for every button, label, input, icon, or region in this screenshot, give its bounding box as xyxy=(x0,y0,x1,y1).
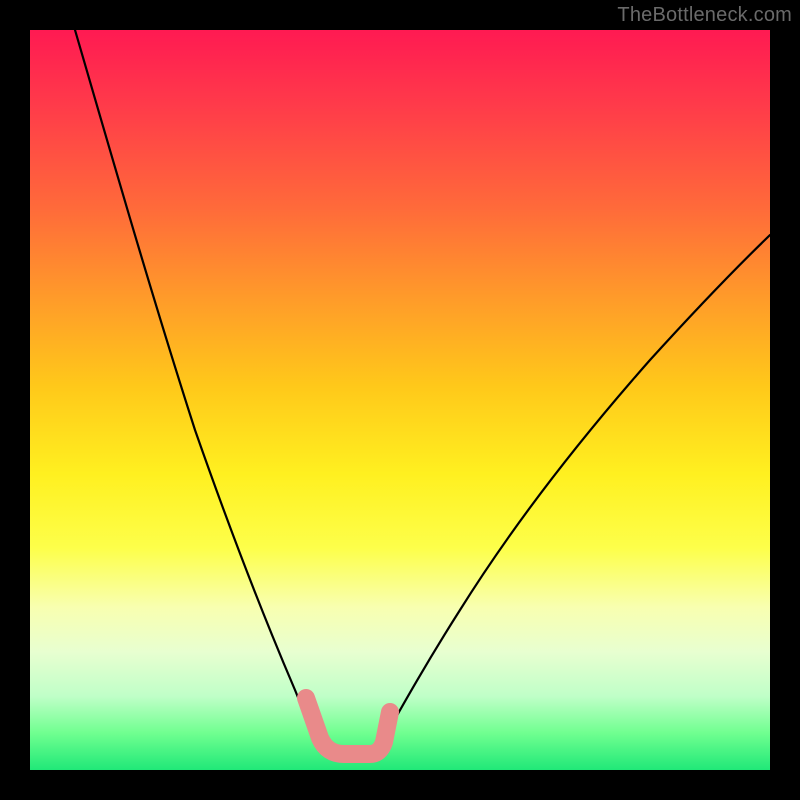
bottleneck-marker xyxy=(306,698,390,754)
watermark-text: TheBottleneck.com xyxy=(617,4,792,27)
chart-frame: TheBottleneck.com xyxy=(0,0,800,800)
curve-left-branch xyxy=(75,30,318,742)
curve-right-branch xyxy=(382,235,770,742)
plot-area xyxy=(30,30,770,770)
chart-svg xyxy=(30,30,770,770)
